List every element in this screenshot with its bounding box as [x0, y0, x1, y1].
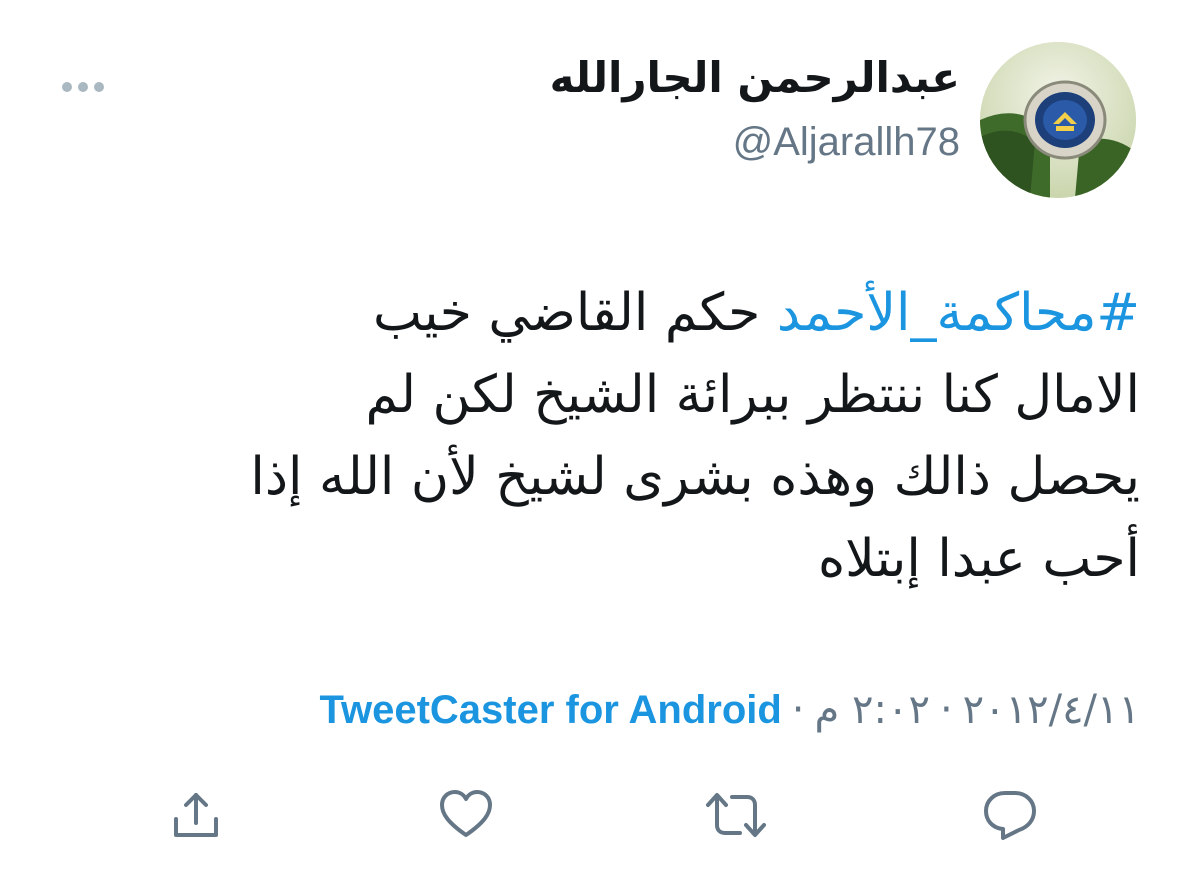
tweet-meta: ٢٠١٢/٤/١١·٢:٠٢ م·TweetCaster for Android — [320, 682, 1140, 738]
share-button[interactable] — [164, 785, 228, 845]
tweet-line-2: الامال كنا ننتظر ببرائة الشيخ لكن لم — [365, 365, 1140, 425]
retweet-icon — [706, 793, 766, 837]
display-name[interactable]: عبدالرحمن الجارالله — [550, 50, 960, 106]
avatar[interactable] — [980, 42, 1136, 198]
hashtag-link[interactable]: #محاكمة_الأحمد — [777, 283, 1140, 343]
meta-separator: · — [791, 687, 805, 733]
tweet-time[interactable]: ٢:٠٢ م — [815, 687, 930, 733]
reply-icon — [984, 791, 1036, 840]
tweet-line-1-text: حكم القاضي خيب — [372, 283, 777, 343]
tweet-line-4: أحب عبدا إبتلاه — [817, 529, 1140, 589]
reply-button[interactable] — [978, 785, 1042, 845]
tweet-actions — [0, 785, 1200, 845]
more-options-button[interactable] — [58, 70, 108, 104]
retweet-button[interactable] — [704, 785, 768, 845]
author-block: عبدالرحمن الجارالله @Aljarallh78 — [550, 50, 960, 168]
tweet-source-link[interactable]: TweetCaster for Android — [320, 688, 782, 732]
share-icon — [174, 793, 218, 837]
like-button[interactable] — [434, 785, 498, 845]
tweet-line-1: #محاكمة_الأحمد حكم القاضي خيب — [60, 272, 1140, 354]
like-icon — [440, 790, 492, 837]
tweet-text: #محاكمة_الأحمد حكم القاضي خيب الامال كنا… — [60, 272, 1140, 600]
user-handle[interactable]: @Aljarallh78 — [550, 116, 960, 168]
more-options-icon — [62, 82, 104, 92]
tweet-date[interactable]: ٢٠١٢/٤/١١ — [963, 687, 1140, 733]
tweet-line-3: يحصل ذالك وهذه بشرى لشيخ لأن الله إذا — [250, 447, 1140, 507]
badge-emblem-avatar-icon — [980, 42, 1136, 198]
meta-separator: · — [939, 687, 953, 733]
